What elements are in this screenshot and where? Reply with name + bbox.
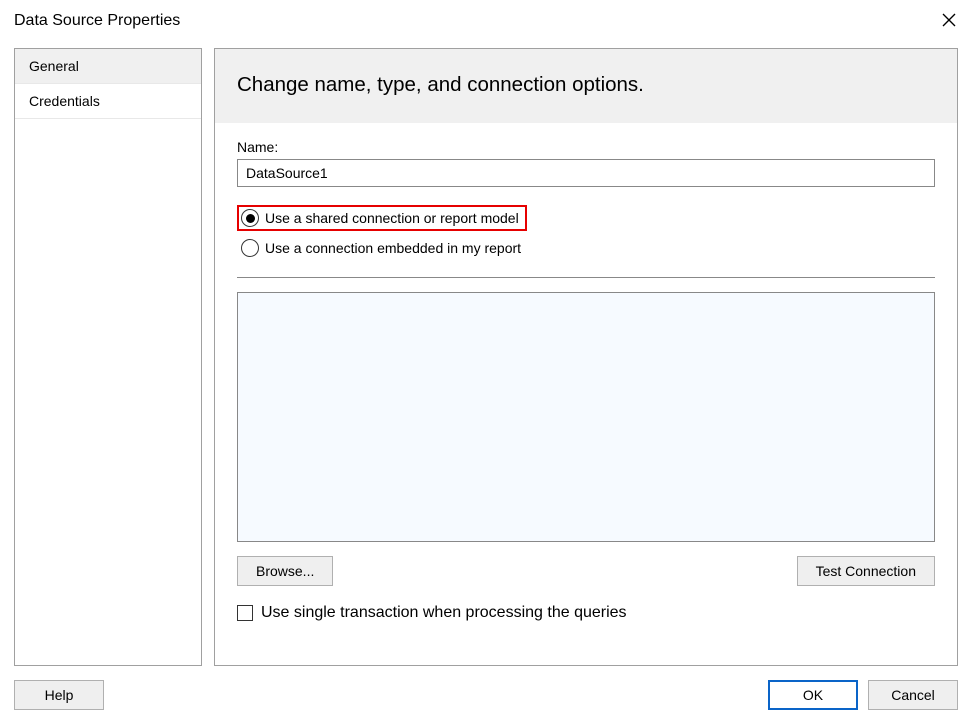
help-button[interactable]: Help [14, 680, 104, 710]
ok-button[interactable]: OK [768, 680, 858, 710]
panel-heading: Change name, type, and connection option… [215, 49, 957, 123]
sidebar-item-credentials[interactable]: Credentials [15, 84, 201, 119]
checkbox-icon [237, 605, 253, 621]
sidebar-item-label: Credentials [29, 93, 100, 109]
title-bar: Data Source Properties [0, 0, 972, 48]
dialog-title: Data Source Properties [14, 12, 180, 30]
data-source-properties-dialog: Data Source Properties General Credentia… [0, 0, 972, 714]
dialog-footer: Help OK Cancel [0, 666, 972, 714]
main-panel: Change name, type, and connection option… [214, 48, 958, 666]
sidebar-item-label: General [29, 58, 79, 74]
test-connection-button[interactable]: Test Connection [797, 556, 935, 586]
name-input[interactable] [237, 159, 935, 187]
name-label: Name: [237, 139, 935, 155]
checkbox-label: Use single transaction when processing t… [261, 604, 627, 622]
connection-list[interactable] [237, 292, 935, 542]
radio-embedded-connection[interactable]: Use a connection embedded in my report [237, 235, 529, 261]
radio-label: Use a shared connection or report model [265, 210, 519, 226]
sidebar-item-general[interactable]: General [15, 49, 201, 84]
radio-icon [241, 209, 259, 227]
sidebar: General Credentials [14, 48, 202, 666]
close-icon [942, 13, 956, 27]
radio-icon [241, 239, 259, 257]
divider [237, 277, 935, 278]
radio-label: Use a connection embedded in my report [265, 240, 521, 256]
radio-shared-connection[interactable]: Use a shared connection or report model [237, 205, 527, 231]
single-transaction-checkbox[interactable]: Use single transaction when processing t… [237, 604, 935, 622]
cancel-button[interactable]: Cancel [868, 680, 958, 710]
close-button[interactable] [938, 8, 960, 34]
browse-button[interactable]: Browse... [237, 556, 333, 586]
